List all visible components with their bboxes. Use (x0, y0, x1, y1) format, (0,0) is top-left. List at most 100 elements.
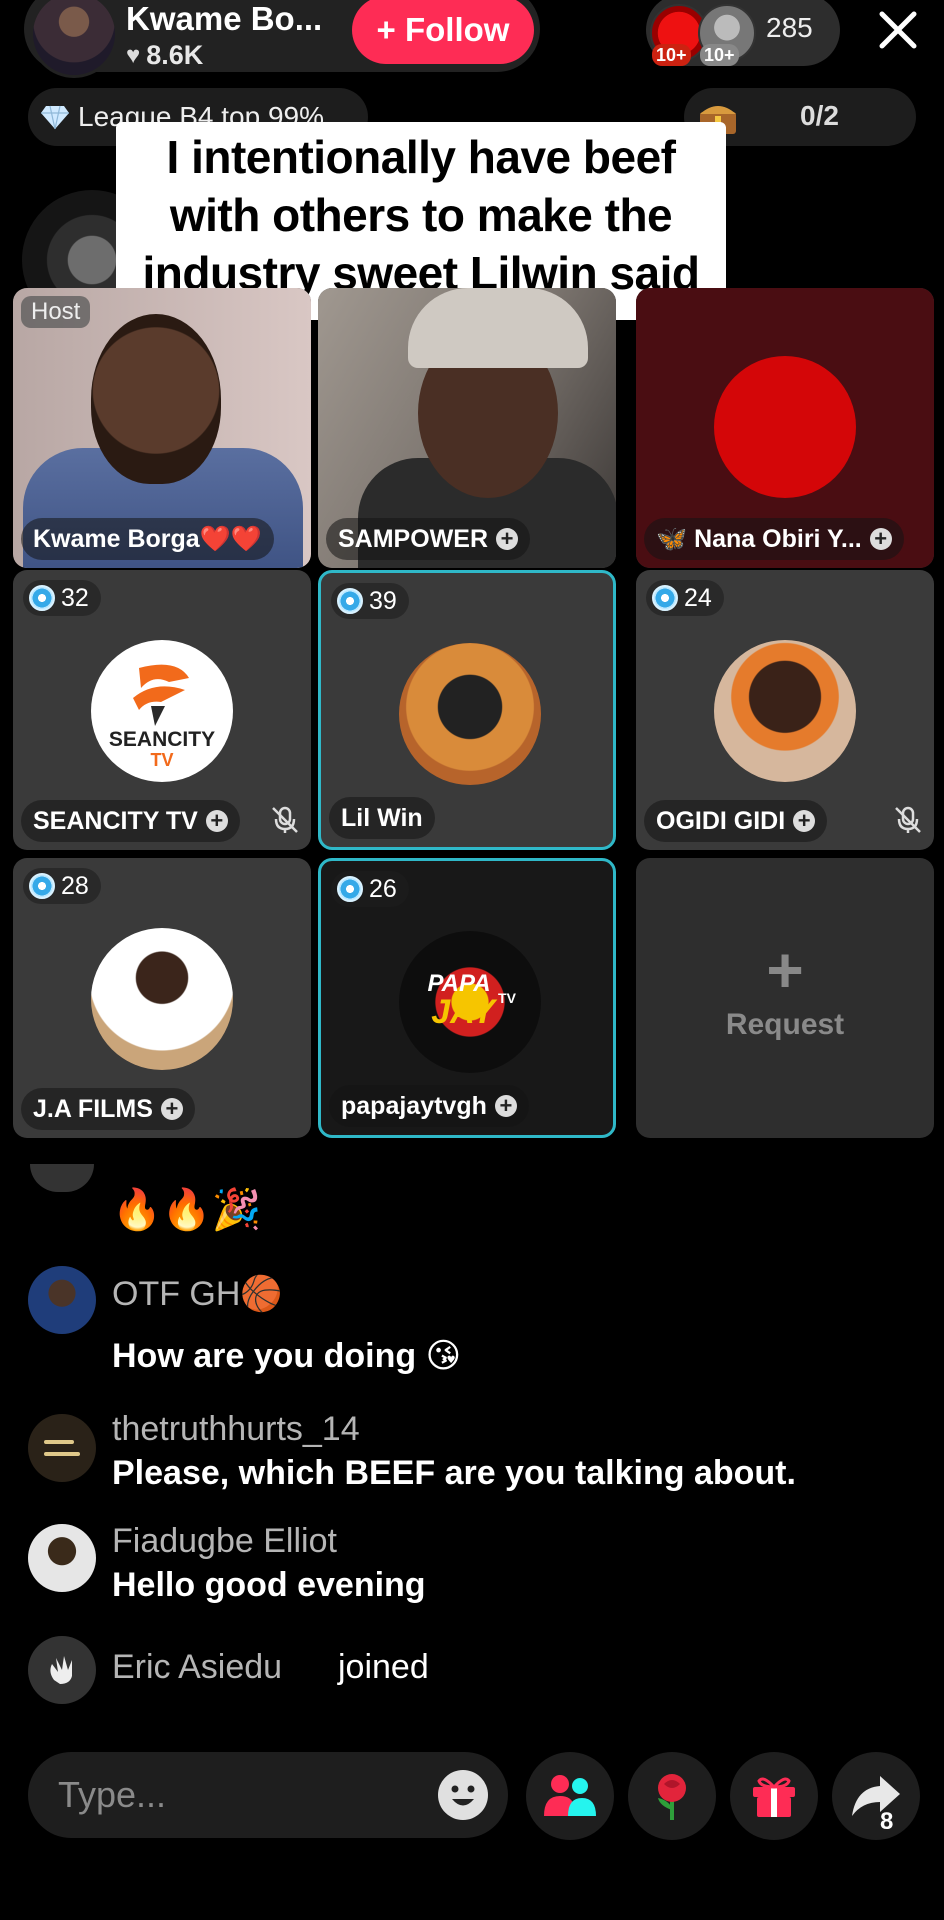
comment-avatar[interactable] (28, 1414, 96, 1482)
gem-icon (337, 588, 363, 614)
gift-icon (753, 1777, 795, 1817)
share-arrow-icon (852, 1776, 900, 1816)
comment-avatar[interactable] (30, 1164, 94, 1192)
papajay-logo-text: TV (498, 990, 517, 1006)
guest-tile-sampower[interactable]: SAMPOWER + (318, 288, 616, 568)
rose-gift-button[interactable] (628, 1752, 716, 1840)
request-label: Request (725, 1008, 845, 1041)
mic-muted-icon (272, 806, 298, 833)
guest-name-chip[interactable]: 🦋 Nana Obiri Y... + (644, 518, 904, 560)
multi-guest-icon (544, 1775, 596, 1816)
guest-avatar (714, 640, 856, 782)
seancity-logo-text: TV (150, 750, 173, 770)
guest-name: OGIDI GIDI (656, 806, 786, 835)
rose-icon (658, 1774, 686, 1820)
gem-icon (29, 873, 55, 899)
guest-score-chip: 28 (23, 868, 101, 904)
caption-line: with others to make the (169, 189, 673, 241)
host-name[interactable]: Kwame Bo... (126, 0, 322, 38)
guest-name-chip[interactable]: SEANCITY TV + (21, 800, 240, 842)
host-badge: Host (21, 296, 91, 328)
guest-tile-jafilms[interactable]: 28 J.A FILMS + (13, 858, 311, 1138)
viewer-count[interactable]: 285 (766, 12, 813, 44)
guest-tile-lilwin[interactable]: 39 Lil Win (318, 570, 616, 850)
gem-icon (29, 585, 55, 611)
seancity-logo: SEANCITY TV (91, 640, 233, 782)
close-icon[interactable] (876, 8, 920, 52)
guest-name-chip[interactable]: Kwame Borga❤️❤️ (21, 518, 274, 560)
follow-plus-icon[interactable]: + (869, 528, 892, 550)
guest-name: Kwame Borga❤️❤️ (33, 524, 262, 553)
papajay-logo: PAPA JAY TV (399, 931, 541, 1073)
joined-text: joined (338, 1648, 429, 1686)
mic-muted-icon (895, 806, 921, 833)
viewer-rank-badge: 10+ (700, 44, 739, 66)
guest-name: Lil Win (341, 803, 423, 832)
comment-text: How are you doing 😘 (112, 1337, 462, 1375)
diamond-icon (41, 105, 69, 130)
guest-name: SEANCITY TV (33, 806, 198, 835)
guest-video (408, 288, 588, 368)
guest-score: 39 (369, 586, 397, 615)
papajay-logo-icon: PAPA JAY TV (427, 970, 517, 1031)
gem-icon (652, 585, 678, 611)
seancity-logo-icon: SEANCITY TV (109, 664, 215, 770)
guest-name-chip[interactable]: J.A FILMS + (21, 1088, 195, 1130)
share-count: 8 (880, 1808, 894, 1835)
guest-name-chip[interactable]: Lil Win (329, 797, 435, 839)
guest-score-chip: 39 (331, 583, 409, 619)
guest-score: 28 (61, 871, 89, 900)
guest-avatar (714, 356, 856, 498)
treasure-count: 0/2 (800, 100, 839, 131)
guest-tile-ogidi[interactable]: 24 OGIDI GIDI + (636, 570, 934, 850)
waving-hand-icon (50, 1656, 72, 1684)
follow-plus-icon[interactable]: + (160, 1098, 183, 1120)
guest-name: J.A FILMS (33, 1094, 153, 1123)
truth-logo-icon (44, 1440, 80, 1456)
guest-avatar (91, 928, 233, 1070)
comment-username[interactable]: thetruthhurts_14 (112, 1410, 360, 1449)
plus-icon: + (766, 934, 804, 1006)
host-video (91, 314, 221, 484)
viewer-rank-badge: 10+ (652, 44, 691, 66)
gem-icon (337, 876, 363, 902)
guest-name: 🦋 Nana Obiri Y... (656, 524, 862, 553)
guest-score: 26 (369, 874, 397, 903)
follow-plus-icon[interactable]: + (793, 810, 816, 832)
request-to-join-tile[interactable]: + Request (636, 858, 934, 1138)
guest-tile-papajay[interactable]: 26 PAPA JAY TV papajaytvgh + (318, 858, 616, 1138)
papajay-logo-text: JAY (431, 993, 498, 1031)
guest-score: 24 (684, 583, 712, 612)
share-button[interactable] (832, 1752, 920, 1840)
guest-score-chip: 24 (646, 580, 724, 616)
guest-score-chip: 32 (23, 580, 101, 616)
follow-plus-icon[interactable]: + (205, 810, 228, 832)
comment-username[interactable]: OTF GH🏀 (112, 1274, 283, 1314)
multi-guest-button[interactable] (526, 1752, 614, 1840)
comment-text: Hello good evening (112, 1566, 426, 1604)
guest-name-chip[interactable]: papajaytvgh + (329, 1085, 529, 1127)
guest-tile-nana[interactable]: 🦋 Nana Obiri Y... + (636, 288, 934, 568)
gift-button[interactable] (730, 1752, 818, 1840)
guest-name-chip[interactable]: OGIDI GIDI + (644, 800, 828, 842)
guest-score: 32 (61, 583, 89, 612)
wave-icon (28, 1636, 96, 1704)
follow-button[interactable]: + Follow (352, 0, 534, 64)
comment-username[interactable]: Fiadugbe Elliot (112, 1522, 337, 1561)
likes-count: 8.6K (146, 40, 204, 70)
guest-score-chip: 26 (331, 871, 409, 907)
guest-name-chip[interactable]: SAMPOWER + (326, 518, 530, 560)
guest-name: SAMPOWER (338, 524, 488, 553)
comment-avatar[interactable] (28, 1266, 96, 1334)
guest-name: papajaytvgh (341, 1091, 487, 1120)
joined-username[interactable]: Eric Asiedu (112, 1648, 282, 1687)
follow-plus-icon[interactable]: + (496, 528, 518, 550)
comment-avatar[interactable] (28, 1524, 96, 1592)
follow-plus-icon[interactable]: + (494, 1095, 517, 1117)
guest-avatar (399, 643, 541, 785)
caption-line: I intentionally have beef (166, 131, 676, 183)
emoji-icon[interactable] (436, 1768, 490, 1822)
guest-tile-seancity[interactable]: 32 SEANCITY TV SEANCITY TV + (13, 570, 311, 850)
guest-tile-host[interactable]: Host Kwame Borga❤️❤️ (13, 288, 311, 568)
seancity-logo-text: SEANCITY (109, 728, 215, 751)
